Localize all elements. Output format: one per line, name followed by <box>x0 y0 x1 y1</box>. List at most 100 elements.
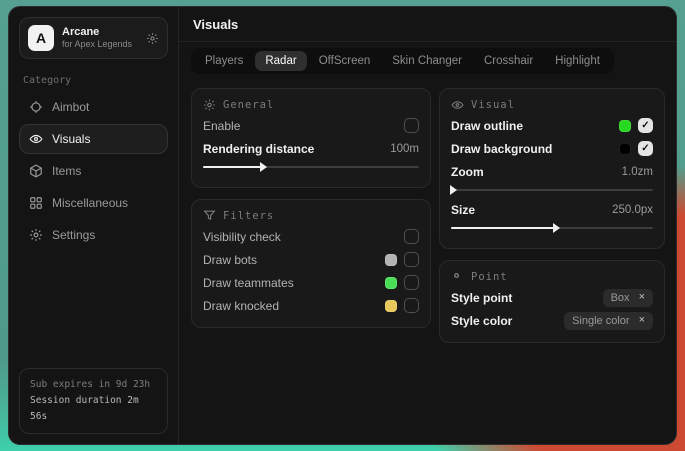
tab-players[interactable]: Players <box>195 51 253 71</box>
sidebar-item-settings[interactable]: Settings <box>19 220 168 250</box>
select-chip[interactable]: Single color × <box>564 312 653 330</box>
tab-highlight[interactable]: Highlight <box>545 51 610 71</box>
panel-title: General <box>223 99 274 111</box>
chip-label: Single color <box>572 315 629 327</box>
setting-row: Size 250.0px <box>451 199 653 220</box>
chip-label: Box <box>611 292 630 304</box>
sidebar-item-label: Settings <box>52 228 95 242</box>
setting-label: Visibility check <box>203 230 397 244</box>
slider[interactable] <box>451 185 653 195</box>
session-card: Sub expires in 9d 23h Session duration 2… <box>19 368 168 434</box>
dot-icon <box>451 270 464 283</box>
setting-row: Visibility check <box>203 226 419 247</box>
tab-skin-changer[interactable]: Skin Changer <box>382 51 472 71</box>
setting-row: Draw outline ✓ <box>451 115 653 136</box>
tab-radar[interactable]: Radar <box>255 51 306 71</box>
funnel-icon <box>203 209 216 222</box>
right-column: Visual Draw outline ✓ Draw background ✓ Zoom1… <box>439 88 665 343</box>
sidebar: A Arcane for Apex Legends Category Aimbo… <box>9 7 179 444</box>
setting-row: Draw background ✓ <box>451 138 653 159</box>
slider[interactable] <box>451 223 653 233</box>
slider-fill <box>451 227 554 229</box>
setting-label: Enable <box>203 119 397 133</box>
color-swatch[interactable] <box>385 277 397 289</box>
grid-icon <box>29 196 43 210</box>
sidebar-item-items[interactable]: Items <box>19 156 168 186</box>
setting-row: Zoom1.0zm <box>451 161 653 182</box>
checkbox-checked[interactable]: ✓ <box>638 141 653 156</box>
app-logo: A <box>28 25 54 51</box>
setting-label: Rendering distance <box>203 142 383 156</box>
slider-thumb[interactable] <box>450 185 457 195</box>
eye-icon <box>29 132 43 146</box>
checkbox-checked[interactable]: ✓ <box>638 118 653 133</box>
tab-crosshair[interactable]: Crosshair <box>474 51 543 71</box>
setting-label: Style color <box>451 314 557 328</box>
crosshair-icon <box>29 100 43 114</box>
setting-row: Style color Single color × <box>451 310 653 331</box>
brand-card: A Arcane for Apex Legends <box>19 17 168 59</box>
setting-label: Style point <box>451 291 596 305</box>
setting-row: Draw knocked <box>203 295 419 316</box>
eye-icon <box>451 98 464 111</box>
slider[interactable] <box>203 162 419 172</box>
setting-label: Draw knocked <box>203 299 378 313</box>
setting-label: Draw background <box>451 142 612 156</box>
panel-point: Point Style point Box × Style color Single co… <box>439 260 665 343</box>
checkbox-unchecked[interactable] <box>404 275 419 290</box>
setting-row: Draw bots <box>203 249 419 270</box>
sidebar-item-label: Visuals <box>52 132 90 146</box>
app-window: A Arcane for Apex Legends Category Aimbo… <box>8 6 677 445</box>
content: General Enable Rendering distance 100m Filte… <box>179 78 676 444</box>
setting-row: Draw teammates <box>203 272 419 293</box>
slider-fill <box>203 166 261 168</box>
setting-label: Zoom <box>451 165 615 179</box>
checkbox-unchecked[interactable] <box>404 118 419 133</box>
sidebar-item-label: Miscellaneous <box>52 196 128 210</box>
session-duration-text: Session duration 2m 56s <box>30 393 157 425</box>
panel-point-header: Point <box>451 270 653 283</box>
box-icon <box>29 164 43 178</box>
gear-icon <box>203 98 216 111</box>
sidebar-item-visuals[interactable]: Visuals <box>19 124 168 154</box>
slider-thumb[interactable] <box>553 223 560 233</box>
setting-value: 100m <box>390 143 419 155</box>
tab-offscreen[interactable]: OffScreen <box>309 51 381 71</box>
setting-label: Draw outline <box>451 119 612 133</box>
brand-gear-icon[interactable] <box>146 32 159 45</box>
color-swatch[interactable] <box>619 120 631 132</box>
panel-filters: Filters Visibility check Draw bots Draw tea… <box>191 199 431 328</box>
sidebar-item-aimbot[interactable]: Aimbot <box>19 92 168 122</box>
app-name: Arcane <box>62 26 138 40</box>
select-chip[interactable]: Box × <box>603 289 653 307</box>
setting-row: Style point Box × <box>451 287 653 308</box>
panel-visual: Visual Draw outline ✓ Draw background ✓ Zoom1… <box>439 88 665 249</box>
color-swatch[interactable] <box>385 254 397 266</box>
panel-visual-header: Visual <box>451 98 653 111</box>
color-swatch[interactable] <box>619 143 631 155</box>
checkbox-unchecked[interactable] <box>404 229 419 244</box>
sidebar-item-label: Items <box>52 164 81 178</box>
setting-label: Draw bots <box>203 253 378 267</box>
left-column: General Enable Rendering distance 100m Filte… <box>191 88 431 328</box>
slider-thumb[interactable] <box>260 162 267 172</box>
slider-track[interactable] <box>451 189 653 191</box>
app-subtitle: for Apex Legends <box>62 39 138 50</box>
color-swatch[interactable] <box>385 300 397 312</box>
panel-filters-header: Filters <box>203 209 419 222</box>
setting-label: Size <box>451 203 605 217</box>
setting-value: 250.0px <box>612 204 653 216</box>
main-area: Visuals PlayersRadarOffScreenSkin Change… <box>179 7 676 444</box>
checkbox-unchecked[interactable] <box>404 298 419 313</box>
main-header: Visuals <box>179 7 676 42</box>
panel-title: Visual <box>471 99 515 111</box>
checkbox-unchecked[interactable] <box>404 252 419 267</box>
chip-close-icon[interactable]: × <box>639 292 645 303</box>
setting-label: Draw teammates <box>203 276 378 290</box>
sidebar-item-miscellaneous[interactable]: Miscellaneous <box>19 188 168 218</box>
sidebar-item-label: Aimbot <box>52 100 89 114</box>
panel-title: Filters <box>223 210 274 222</box>
chip-close-icon[interactable]: × <box>639 315 645 326</box>
setting-row: Enable <box>203 115 419 136</box>
gear-icon <box>29 228 43 242</box>
